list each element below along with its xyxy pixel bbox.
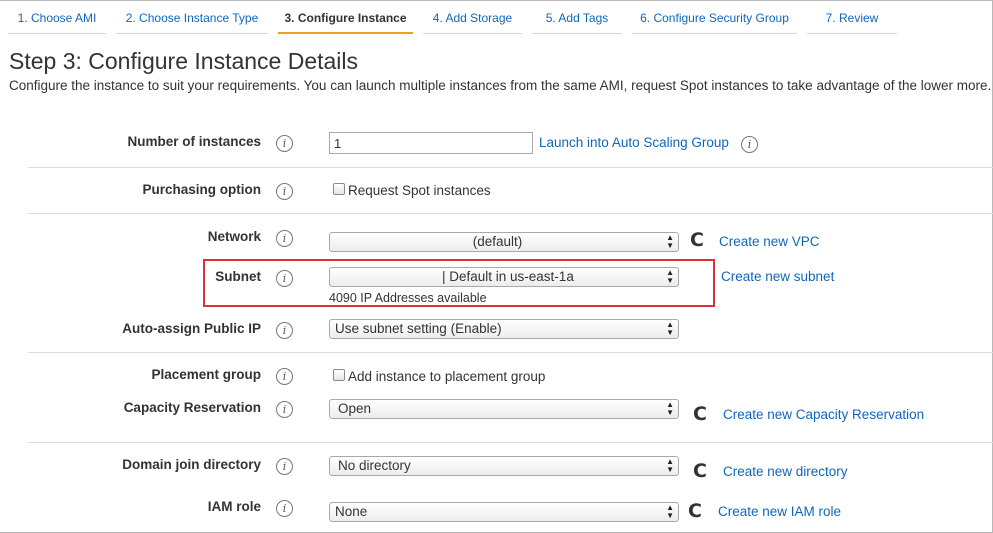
info-icon[interactable]: i: [276, 322, 293, 339]
subnet-select-value: | Default in us-east-1a: [442, 269, 574, 284]
divider: [28, 442, 993, 443]
divider: [28, 213, 993, 214]
placement-group-checkbox-label: Add instance to placement group: [348, 369, 546, 384]
divider: [28, 352, 993, 353]
tab-review[interactable]: 7. Review: [807, 6, 897, 34]
subnet-label: Subnet: [215, 269, 261, 284]
iam-role-select-value: None: [335, 504, 368, 519]
page-description: Configure the instance to suit your requ…: [9, 78, 992, 93]
tab-choose-ami[interactable]: 1. Choose AMI: [8, 6, 106, 34]
domain-label: Domain join directory: [122, 457, 261, 472]
network-select[interactable]: (default) ▲ ▼: [329, 232, 679, 252]
public-ip-label: Auto-assign Public IP: [122, 321, 261, 336]
domain-select[interactable]: No directory ▲ ▼: [329, 456, 679, 476]
placement-group-checkbox[interactable]: [333, 369, 345, 381]
page-title: Step 3: Configure Instance Details: [9, 48, 359, 74]
refresh-icon[interactable]: C: [690, 230, 704, 250]
select-arrows-icon: ▲ ▼: [666, 233, 674, 250]
refresh-icon[interactable]: C: [693, 404, 707, 424]
info-icon[interactable]: i: [276, 270, 293, 287]
refresh-icon[interactable]: C: [688, 501, 702, 521]
number-of-instances-input[interactable]: [329, 132, 533, 154]
public-ip-select[interactable]: Use subnet setting (Enable) ▲ ▼: [329, 319, 679, 339]
request-spot-checkbox[interactable]: [333, 183, 345, 195]
divider: [28, 167, 993, 168]
info-icon[interactable]: i: [276, 458, 293, 475]
instances-label: Number of instances: [127, 134, 261, 149]
tab-choose-instance-type[interactable]: 2. Choose Instance Type: [116, 6, 268, 34]
tab-add-storage[interactable]: 4. Add Storage: [423, 6, 522, 34]
placement-label: Placement group: [151, 367, 261, 382]
create-vpc-link[interactable]: Create new VPC: [719, 234, 820, 249]
create-directory-link[interactable]: Create new directory: [723, 464, 848, 479]
create-subnet-link[interactable]: Create new subnet: [721, 269, 834, 284]
select-arrows-icon: ▲ ▼: [666, 503, 674, 520]
refresh-icon[interactable]: C: [693, 461, 707, 481]
network-select-value: (default): [472, 234, 523, 249]
info-icon[interactable]: i: [276, 183, 293, 200]
create-capacity-reservation-link[interactable]: Create new Capacity Reservation: [723, 407, 924, 422]
info-icon[interactable]: i: [276, 135, 293, 152]
network-label: Network: [207, 229, 261, 244]
subnet-select[interactable]: | Default in us-east-1a ▲ ▼: [329, 267, 679, 287]
capacity-select[interactable]: Open ▲ ▼: [329, 399, 679, 419]
info-icon[interactable]: i: [276, 401, 293, 418]
public-ip-select-value: Use subnet setting (Enable): [335, 321, 502, 336]
iam-role-label: IAM role: [207, 499, 261, 514]
purchasing-label: Purchasing option: [142, 182, 261, 197]
request-spot-label: Request Spot instances: [348, 183, 491, 198]
capacity-select-value: Open: [338, 401, 372, 416]
capacity-label: Capacity Reservation: [123, 400, 261, 415]
domain-select-value: No directory: [338, 458, 411, 473]
launch-auto-scaling-link[interactable]: Launch into Auto Scaling Group: [539, 135, 729, 150]
select-arrows-icon: ▲ ▼: [666, 400, 674, 417]
select-arrows-icon: ▲ ▼: [666, 320, 674, 337]
select-arrows-icon: ▲ ▼: [666, 457, 674, 474]
info-icon[interactable]: i: [276, 500, 293, 517]
subnet-ip-available: 4090 IP Addresses available: [329, 291, 487, 305]
select-arrows-icon: ▲ ▼: [666, 268, 674, 285]
create-iam-role-link[interactable]: Create new IAM role: [718, 504, 841, 519]
info-icon[interactable]: i: [276, 368, 293, 385]
tab-configure-instance[interactable]: 3. Configure Instance: [278, 6, 413, 34]
info-icon[interactable]: i: [276, 230, 293, 247]
info-icon[interactable]: i: [741, 136, 758, 153]
tab-configure-security-group[interactable]: 6. Configure Security Group: [632, 6, 797, 34]
tab-add-tags[interactable]: 5. Add Tags: [532, 6, 622, 34]
iam-role-select[interactable]: None ▲ ▼: [329, 502, 679, 522]
